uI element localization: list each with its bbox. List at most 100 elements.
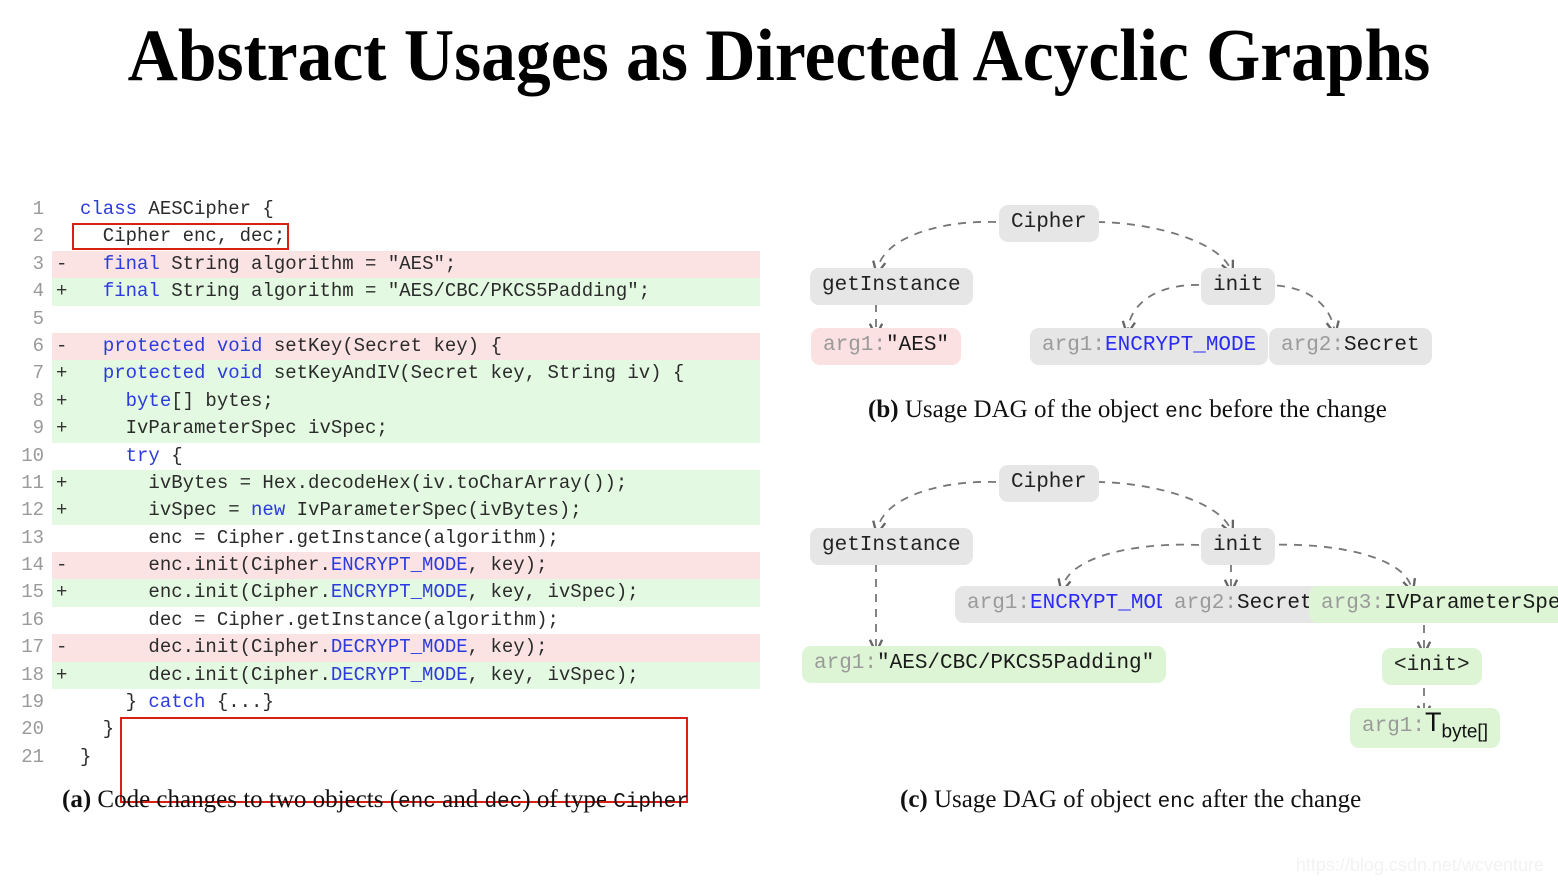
dag-c-arg1-enc-prefix: arg1: — [967, 592, 1031, 615]
dag-c-node-arg1-type-byte[interactable]: arg1:Tbyte[] — [1350, 708, 1500, 749]
dag-c-arg1-t-sub: byte[] — [1441, 721, 1488, 743]
code-line-text: enc = Cipher.getInstance(algorithm); — [80, 526, 559, 549]
page-title: Abstract Usages as Directed Acyclic Grap… — [127, 15, 1431, 97]
dag-b-node-getinstance-label: getInstance — [822, 274, 961, 297]
code-line: 4 + final String algorithm = "AES/CBC/PKC… — [0, 278, 770, 306]
usage-dag-before: Cipher getInstance init arg1:"AES" arg1:… — [780, 190, 1558, 370]
code-line-number: 15 — [21, 581, 44, 604]
code-line-number: 2 — [32, 225, 44, 248]
caption-a: (a) Code changes to two objects (enc and… — [62, 786, 689, 814]
dag-b-arg1-aes-value: "AES" — [886, 334, 950, 357]
dag-b-node-arg2-secret[interactable]: arg2:Secret — [1269, 328, 1432, 365]
code-line: 14- enc.init(Cipher.ENCRYPT_MODE, key); — [0, 552, 770, 580]
code-line-number: 17 — [21, 636, 44, 659]
code-line: 7 + protected void setKeyAndIV(Secret key… — [0, 360, 770, 388]
caption-c-label: (c) — [900, 786, 928, 813]
code-line-text: IvParameterSpec ivSpec; — [80, 417, 388, 440]
caption-c-text2: after the change — [1195, 786, 1362, 813]
code-line: 3- final String algorithm = "AES"; — [0, 250, 770, 279]
dag-b-node-getinstance[interactable]: getInstance — [810, 268, 973, 305]
dag-c-arg2-sec-value: Secret — [1237, 592, 1313, 615]
code-line-text: dec.init(Cipher.DECRYPT_MODE, key); — [80, 636, 548, 659]
code-line-number: 10 — [21, 444, 44, 467]
code-line-diff-sign: - — [56, 554, 68, 577]
code-line-number: 4 — [32, 280, 44, 303]
code-line: 18 + dec.init(Cipher.DECRYPT_MODE, key, i… — [0, 661, 770, 690]
code-line-text: enc.init(Cipher.ENCRYPT_MODE, key); — [80, 554, 548, 577]
dag-b-node-arg1-encrypt-mode[interactable]: arg1:ENCRYPT_MODE — [1030, 328, 1269, 365]
dag-c-arg3-ivp-prefix: arg3: — [1321, 592, 1385, 615]
dag-c-node-arg3-ivparameterspec[interactable]: arg3:IVParameterSpec — [1309, 586, 1558, 623]
dag-b-arg1-enc-prefix: arg1: — [1042, 334, 1106, 357]
dag-c-node-init-ctor[interactable]: <init> — [1382, 648, 1482, 685]
dag-c-node-arg2-secret[interactable]: arg2:Secret — [1162, 586, 1325, 623]
code-line-text: class AESCipher { — [80, 198, 274, 220]
dag-c-node-cipher[interactable]: Cipher — [999, 465, 1099, 502]
dag-c-arg3-ivp-value: IVParameterSpec — [1384, 592, 1558, 615]
code-line-text: enc.init(Cipher.ENCRYPT_MODE, key, ivSpe… — [80, 581, 639, 604]
caption-a-mono-enc: enc — [398, 791, 436, 814]
dag-c-arg1-alg-prefix: arg1: — [814, 652, 878, 675]
caption-c: (c) Usage DAG of object enc after the ch… — [900, 786, 1361, 814]
code-line: 15 + enc.init(Cipher.ENCRYPT_MODE, key, i… — [0, 579, 770, 607]
caption-a-text1: Code changes to two objects ( — [91, 786, 399, 813]
code-line-text: } — [80, 718, 115, 741]
code-line-diff-sign: + — [56, 499, 68, 522]
code-line-diff-sign: + — [56, 417, 68, 440]
dag-b-node-arg1-aes[interactable]: arg1:"AES" — [811, 328, 962, 365]
usage-dag-after: Cipher getInstance init arg1:"AES/CBC/PK… — [780, 450, 1558, 760]
edge-init-arg1 — [1063, 543, 1200, 586]
dag-b-arg1-aes-prefix: arg1: — [823, 334, 887, 357]
caption-a-text3: ) of type — [522, 786, 614, 813]
code-line-number: 13 — [21, 526, 44, 549]
code-line-diff-sign: - — [56, 636, 68, 659]
edge-cipher-getinstance — [878, 220, 997, 268]
code-line: 11 + ivBytes = Hex.decodeHex(iv.toCharArr… — [0, 469, 770, 498]
code-line-number: 16 — [21, 608, 44, 631]
dag-b-arg2-sec-value: Secret — [1344, 334, 1420, 357]
dag-c-node-getinstance[interactable]: getInstance — [810, 528, 973, 565]
code-line-diff-sign: + — [56, 280, 68, 303]
code-line-number: 7 — [32, 362, 44, 385]
caption-b: (b) Usage DAG of the object enc before t… — [868, 396, 1387, 424]
dag-c-node-init[interactable]: init — [1201, 528, 1276, 565]
dag-c-arg1-alg-value: "AES/CBC/PKCS5Padding" — [877, 652, 1155, 675]
dag-c-node-arg1-encrypt-mode[interactable]: arg1:ENCRYPT_MODE — [955, 586, 1194, 623]
dag-c-arg1-enc-value: ENCRYPT_MODE — [1030, 592, 1182, 615]
dag-b-arg1-enc-value: ENCRYPT_MODE — [1105, 334, 1257, 357]
edge-cipher-init — [1081, 481, 1230, 528]
caption-a-text2: and — [435, 786, 485, 813]
caption-a-mono-dec: dec — [484, 791, 523, 814]
highlight-box-field-decl — [72, 223, 289, 250]
dag-c-node-arg1-algorithm[interactable]: arg1:"AES/CBC/PKCS5Padding" — [802, 646, 1167, 683]
edge-init-arg1 — [1128, 284, 1200, 328]
code-line-list: 1 class AESCipher {2 Cipher enc, dec; 3- f… — [0, 196, 770, 771]
code-line-text: ivSpec = new IvParameterSpec(ivBytes); — [80, 499, 582, 522]
dag-c-node-init-label: init — [1213, 534, 1264, 557]
code-line-diff-sign: + — [56, 362, 68, 385]
code-line: 1 class AESCipher { — [0, 196, 770, 223]
code-line-text: byte[] bytes; — [125, 389, 274, 412]
dag-b-node-init-label: init — [1213, 274, 1264, 297]
caption-c-text1: Usage DAG of object — [927, 786, 1158, 813]
code-line-text: dec = Cipher.getInstance(algorithm); — [80, 608, 559, 631]
dag-c-arg1-t-prefix: arg1: — [1362, 715, 1426, 738]
code-line-number: 14 — [21, 554, 44, 577]
code-line-text: dec.init(Cipher.DECRYPT_MODE, key, ivSpe… — [80, 663, 639, 686]
code-line-diff-sign: - — [56, 334, 68, 357]
code-line: 8 + byte[] bytes; — [0, 387, 770, 416]
code-line-number: 12 — [21, 499, 44, 522]
code-line-number: 3 — [32, 252, 44, 275]
code-line-diff-sign: - — [56, 252, 68, 275]
code-line-number: 20 — [21, 718, 44, 741]
dag-b-node-cipher[interactable]: Cipher — [999, 205, 1099, 242]
caption-b-text1: Usage DAG of the object — [898, 396, 1166, 423]
code-line: 17- dec.init(Cipher.DECRYPT_MODE, key); — [0, 634, 770, 662]
code-line-diff-band — [52, 306, 760, 333]
code-line-text: final String algorithm = "AES/CBC/PKCS5P… — [102, 280, 651, 303]
caption-a-mono-cipher: Cipher — [613, 791, 689, 814]
code-line: 10 try { — [0, 443, 770, 470]
code-line-diff-sign: + — [56, 471, 68, 494]
dag-b-node-init[interactable]: init — [1201, 268, 1276, 305]
caption-b-text2: before the change — [1202, 396, 1387, 423]
